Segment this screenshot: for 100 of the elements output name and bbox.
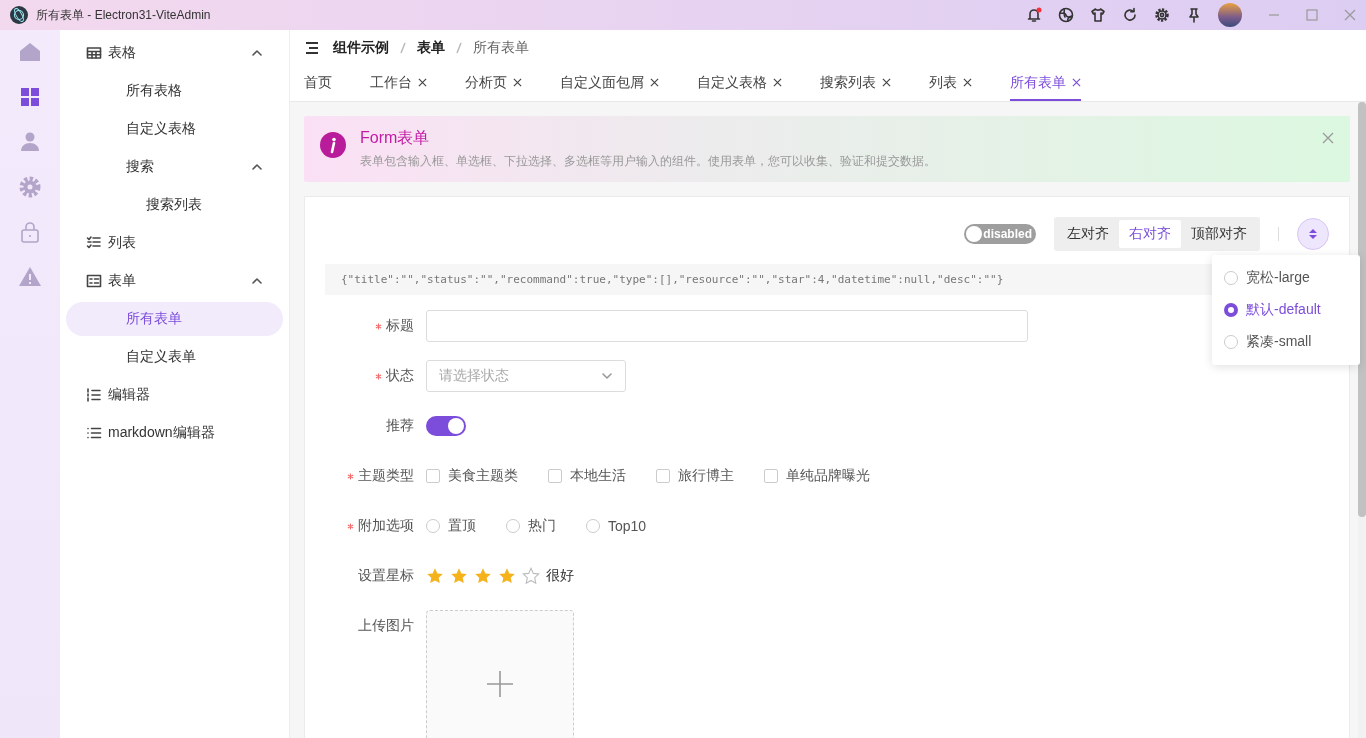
close-icon[interactable] <box>513 78 522 87</box>
grid-icon[interactable] <box>18 85 42 109</box>
tab[interactable]: 自定义面包屑 <box>560 66 659 101</box>
sidebar-label: 表格 <box>108 44 137 62</box>
option-label: 紧凑-small <box>1246 333 1312 351</box>
tab[interactable]: 自定义表格 <box>697 66 782 101</box>
field-label: 标题 <box>386 317 414 335</box>
star-outline-icon[interactable] <box>522 567 540 585</box>
input-field[interactable] <box>426 310 1028 342</box>
tab[interactable]: 搜索列表 <box>820 66 891 101</box>
tab[interactable]: 工作台 <box>370 66 427 101</box>
settings-icon[interactable] <box>1154 7 1170 23</box>
field-label: 推荐 <box>386 417 414 435</box>
tab[interactable]: 首页 <box>304 66 332 101</box>
close-icon[interactable] <box>963 78 972 87</box>
chevron-icon <box>251 161 263 173</box>
size-button[interactable] <box>1297 218 1329 250</box>
star-icon[interactable] <box>474 567 492 585</box>
sidebar-label: 所有表格 <box>126 82 183 100</box>
sidebar-label: 搜索 <box>126 158 155 176</box>
breadcrumb-item[interactable]: 组件示例 <box>333 39 389 57</box>
sidebar-item[interactable]: 所有表格 <box>66 74 283 108</box>
star-icon[interactable] <box>450 567 468 585</box>
rating-text: 很好 <box>546 567 574 585</box>
menu-icon[interactable] <box>305 41 319 55</box>
sidebar-item[interactable]: 表单 <box>66 264 283 298</box>
app-logo-icon <box>10 6 28 24</box>
field-label: 主题类型 <box>358 467 414 485</box>
size-option[interactable]: 宽松-large <box>1224 267 1348 289</box>
info-icon <box>320 132 346 158</box>
option-label[interactable]: 热门 <box>528 517 556 535</box>
close-icon[interactable] <box>773 78 782 87</box>
globe-icon[interactable] <box>1058 7 1074 23</box>
option-label[interactable]: Top10 <box>608 518 647 534</box>
sidebar-item[interactable]: 编辑器 <box>66 378 283 412</box>
select-placeholder: 请选择状态 <box>439 367 509 385</box>
user-icon[interactable] <box>18 130 42 154</box>
plus-icon <box>486 670 514 698</box>
sidebar-item[interactable]: 搜索 <box>66 150 283 184</box>
sidebar-label: markdown编辑器 <box>108 424 216 442</box>
chevron-icon <box>251 275 263 287</box>
field-label: 上传图片 <box>358 617 414 635</box>
option-label[interactable]: 置顶 <box>448 517 476 535</box>
option-label[interactable]: 旅行博主 <box>678 467 734 485</box>
close-icon[interactable] <box>650 78 659 87</box>
checkbox[interactable] <box>548 469 562 483</box>
sidebar-label: 表单 <box>108 272 137 290</box>
sidebar-item[interactable]: 自定义表单 <box>66 340 283 374</box>
bell-icon[interactable] <box>1026 7 1042 23</box>
close-icon[interactable] <box>1072 78 1081 87</box>
sidebar-item[interactable]: 自定义表格 <box>66 112 283 146</box>
breadcrumb-item[interactable]: 表单 <box>417 39 445 57</box>
sidebar-label: 列表 <box>108 234 137 252</box>
sidebar-item[interactable]: 列表 <box>66 226 283 260</box>
toggle-switch[interactable] <box>426 416 466 436</box>
sidebar-item[interactable]: 所有表单 <box>66 302 283 336</box>
shirt-icon[interactable] <box>1090 7 1106 23</box>
alert-description: 表单包含输入框、单选框、下拉选择、多选框等用户输入的组件。使用表单，您可以收集、验证和提交数据。 <box>360 153 937 170</box>
field-label: 附加选项 <box>358 517 414 535</box>
close-icon[interactable] <box>882 78 891 87</box>
option-label[interactable]: 单纯品牌曝光 <box>786 467 870 485</box>
radio-button[interactable] <box>1224 303 1238 317</box>
sidebar-label: 自定义表格 <box>126 120 197 138</box>
align-option[interactable]: 顶部对齐 <box>1181 220 1257 248</box>
align-option[interactable]: 右对齐 <box>1119 220 1181 248</box>
star-rating[interactable] <box>426 567 540 585</box>
tab[interactable]: 列表 <box>929 66 972 101</box>
home-icon[interactable] <box>18 40 42 64</box>
align-option[interactable]: 左对齐 <box>1057 220 1119 248</box>
option-label[interactable]: 美食主题类 <box>448 467 518 485</box>
refresh-icon[interactable] <box>1122 7 1138 23</box>
size-option[interactable]: 默认-default <box>1224 299 1348 321</box>
sidebar-item[interactable]: 搜索列表 <box>66 188 283 222</box>
field-label: 设置星标 <box>358 567 414 585</box>
checkbox[interactable] <box>656 469 670 483</box>
lock-icon[interactable] <box>18 220 42 244</box>
option-label: 默认-default <box>1246 301 1321 319</box>
close-icon[interactable] <box>418 78 427 87</box>
option-label[interactable]: 本地生活 <box>570 467 626 485</box>
avatar[interactable] <box>1218 3 1242 27</box>
scrollbar-thumb[interactable] <box>1358 102 1366 517</box>
sidebar-item[interactable]: markdown编辑器 <box>66 416 283 450</box>
breadcrumb-item: 所有表单 <box>473 39 529 57</box>
field-label: 状态 <box>386 367 414 385</box>
star-icon[interactable] <box>426 567 444 585</box>
sidebar-label: 自定义表单 <box>126 348 197 366</box>
pin-icon[interactable] <box>1186 7 1202 23</box>
sidebar-label: 编辑器 <box>108 386 151 404</box>
window-title: 所有表单 - Electron31-ViteAdmin <box>36 6 212 24</box>
star-icon[interactable] <box>498 567 516 585</box>
checkbox[interactable] <box>426 469 440 483</box>
size-option[interactable]: 紧凑-small <box>1224 331 1348 353</box>
warning-icon[interactable] <box>18 265 42 289</box>
checkbox[interactable] <box>764 469 778 483</box>
numbered-list-icon <box>86 387 102 403</box>
upload-box[interactable] <box>426 610 574 738</box>
sidebar-item[interactable]: 表格 <box>66 36 283 70</box>
maximize-icon[interactable] <box>1306 9 1318 21</box>
option-label: 宽松-large <box>1246 269 1310 287</box>
tab[interactable]: 分析页 <box>465 66 522 101</box>
